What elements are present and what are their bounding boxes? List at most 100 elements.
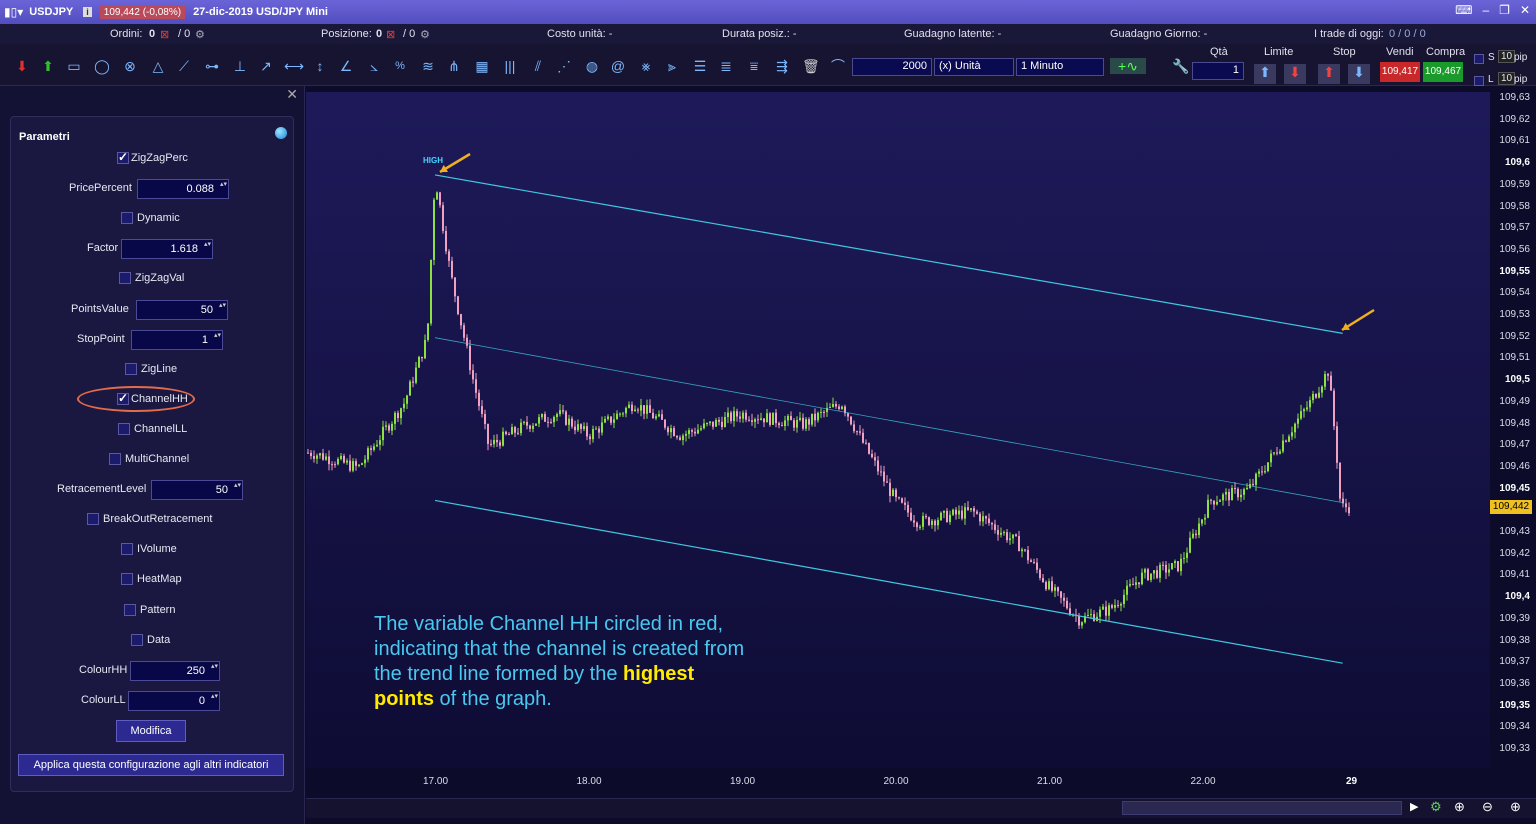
ivolume-checkbox[interactable] [121, 543, 133, 556]
help-icon[interactable] [275, 127, 287, 139]
wrench-icon[interactable]: 🔧 [1172, 58, 1189, 74]
ellipse-icon[interactable]: ◯ [94, 58, 110, 74]
units-input[interactable]: 2000 [852, 58, 932, 76]
keyboard-icon[interactable]: ⌨ [1455, 3, 1472, 17]
angle-icon[interactable]: ∠ [338, 58, 354, 74]
ray-icon[interactable]: ↗ [258, 58, 274, 74]
candle-body [451, 260, 453, 278]
symbol-selector[interactable]: USDJPY [29, 6, 73, 18]
timeframe-select[interactable]: 1 Minuto [1016, 58, 1104, 76]
stop-pip-checkbox[interactable] [1474, 54, 1484, 64]
price-axis[interactable]: 109,63 109,62 109,61 109,6 109,59 109,58 109,5… [1490, 92, 1536, 768]
angle-text-icon[interactable]: ⦣ [366, 58, 382, 74]
zoom-in-icon[interactable]: ⊕ [1510, 799, 1521, 815]
raff-icon[interactable]: ⩸ [746, 58, 762, 74]
sell-arrow-icon[interactable]: ⬇ [14, 58, 30, 74]
restore-button[interactable]: ❐ [1499, 3, 1510, 17]
sell-limit-icon[interactable]: ⬇ [1284, 64, 1306, 84]
quantity-input[interactable]: 1 [1192, 62, 1244, 80]
pricepercent-input[interactable]: 0.088 [137, 179, 229, 200]
zigzagval-checkbox[interactable] [119, 272, 131, 285]
info-icon[interactable]: i [83, 7, 92, 17]
candle-body [604, 418, 606, 423]
measure-icon[interactable]: ⟷ [284, 58, 304, 74]
candle-body [742, 412, 744, 419]
candle-body [1306, 407, 1308, 410]
sell-button[interactable]: 109,417 [1380, 62, 1420, 82]
pointsvalue-input[interactable]: 50 [136, 299, 228, 320]
channelll-checkbox[interactable] [118, 422, 130, 435]
chart-scrollbar[interactable]: ▶ ⚙ ⊕ ⊖ ⊕ [306, 798, 1536, 818]
cancel-orders-icon[interactable]: ⊠ [160, 28, 169, 41]
units-type-select[interactable]: (x) Unità [934, 58, 1014, 76]
trendline-icon[interactable]: ⟋ [176, 58, 192, 74]
zoom-out-icon[interactable]: ⊖ [1482, 799, 1493, 815]
colourll-input[interactable]: 0 [128, 690, 220, 711]
cross-circle-icon[interactable]: ⊗ [122, 58, 138, 74]
zigline-checkbox[interactable] [125, 362, 137, 375]
pattern-checkbox[interactable] [124, 603, 136, 616]
pitchfork-icon[interactable]: ⋔ [446, 58, 462, 74]
indicators-icon[interactable]: +∿ [1110, 58, 1146, 74]
arrow-lines-icon[interactable]: ⇶ [774, 58, 790, 74]
scroll-right-icon[interactable]: ▶ [1410, 800, 1418, 813]
fan-icon[interactable]: ⋰ [556, 58, 572, 74]
chart-settings-icon[interactable]: ⚙ [1430, 799, 1442, 815]
channel-icon[interactable]: ⫽ [530, 58, 546, 74]
stoppoint-input[interactable]: 1 [131, 329, 223, 350]
candle-body [565, 411, 567, 425]
trash-icon[interactable]: 🗑 [802, 58, 820, 74]
breakoutretracement-checkbox[interactable] [87, 513, 99, 526]
position-settings-icon[interactable]: ⚙ [420, 28, 430, 41]
fibonacci-arc-icon[interactable]: ◍ [584, 58, 600, 74]
close-position-icon[interactable]: ⊠ [386, 28, 395, 41]
fib-lines-icon[interactable]: ☰ [692, 58, 708, 74]
zoom-fit-icon[interactable]: ⊕ [1454, 799, 1465, 815]
heatmap-checkbox[interactable] [121, 573, 133, 586]
triangle-icon[interactable]: △ [150, 58, 166, 74]
candle-body [607, 416, 609, 419]
fib-retrace-icon[interactable]: ≣ [718, 58, 734, 74]
retracementlevel-input[interactable]: 50 [151, 480, 243, 501]
data-checkbox[interactable] [131, 633, 143, 646]
stop-pip-input[interactable]: 10 [1498, 50, 1516, 63]
modify-button[interactable]: Modifica [116, 720, 186, 742]
limit-pip-checkbox[interactable] [1474, 76, 1484, 86]
grid-icon[interactable]: ▦ [474, 58, 490, 74]
gann-icon[interactable]: ⨳ [638, 58, 654, 74]
ordini-value: 0 [149, 28, 156, 40]
zigzagperc-checkbox[interactable] [117, 150, 129, 164]
limit-pip-input[interactable]: 10 [1498, 72, 1516, 85]
apply-config-button[interactable]: Applica questa configurazione agli altri… [18, 754, 284, 776]
candle-body [1285, 440, 1287, 442]
guadagno-giorno: Guadagno Giorno: - [1110, 28, 1208, 40]
factor-input[interactable]: 1.618 [121, 239, 213, 260]
vertical-line-icon[interactable]: ⊥ [232, 58, 248, 74]
multichannel-checkbox[interactable] [109, 453, 121, 465]
close-window-button[interactable]: ✕ [1520, 3, 1530, 17]
percent-icon[interactable]: % [392, 58, 408, 74]
minimize-button[interactable]: – [1482, 3, 1489, 17]
horizontal-line-icon[interactable]: ⊶ [204, 58, 220, 74]
close-panel-icon[interactable]: ✕ [286, 86, 298, 103]
orders-settings-icon[interactable]: ⚙ [195, 28, 205, 41]
rectangle-icon[interactable]: ▭ [66, 58, 82, 74]
dynamic-checkbox[interactable] [121, 212, 133, 225]
buy-limit-icon[interactable]: ⬆ [1254, 64, 1276, 84]
buy-button[interactable]: 109,467 [1423, 62, 1463, 82]
sell-stop-icon[interactable]: ⬇ [1348, 64, 1370, 84]
bars-icon[interactable]: ||| [502, 58, 518, 74]
buy-arrow-icon[interactable]: ⬆ [40, 58, 56, 74]
buy-stop-icon[interactable]: ⬆ [1318, 64, 1340, 84]
candle-body [670, 428, 672, 433]
candle-body [907, 504, 909, 513]
fib-fan-icon[interactable]: ⫸ [664, 58, 680, 74]
scroll-thumb[interactable] [1122, 801, 1402, 815]
wave-icon[interactable]: ≋ [420, 58, 436, 74]
vertical-measure-icon[interactable]: ↕ [312, 58, 328, 74]
colourhh-input[interactable]: 250 [130, 660, 220, 681]
chart-type-icon[interactable]: ▮▯▾ [4, 5, 23, 19]
time-axis[interactable]: 17.00 18.00 19.00 20.00 21.00 22.00 29 [306, 768, 1490, 792]
magic-line-icon[interactable]: ⌒ [830, 58, 846, 74]
spiral-icon[interactable]: @ [610, 58, 626, 74]
